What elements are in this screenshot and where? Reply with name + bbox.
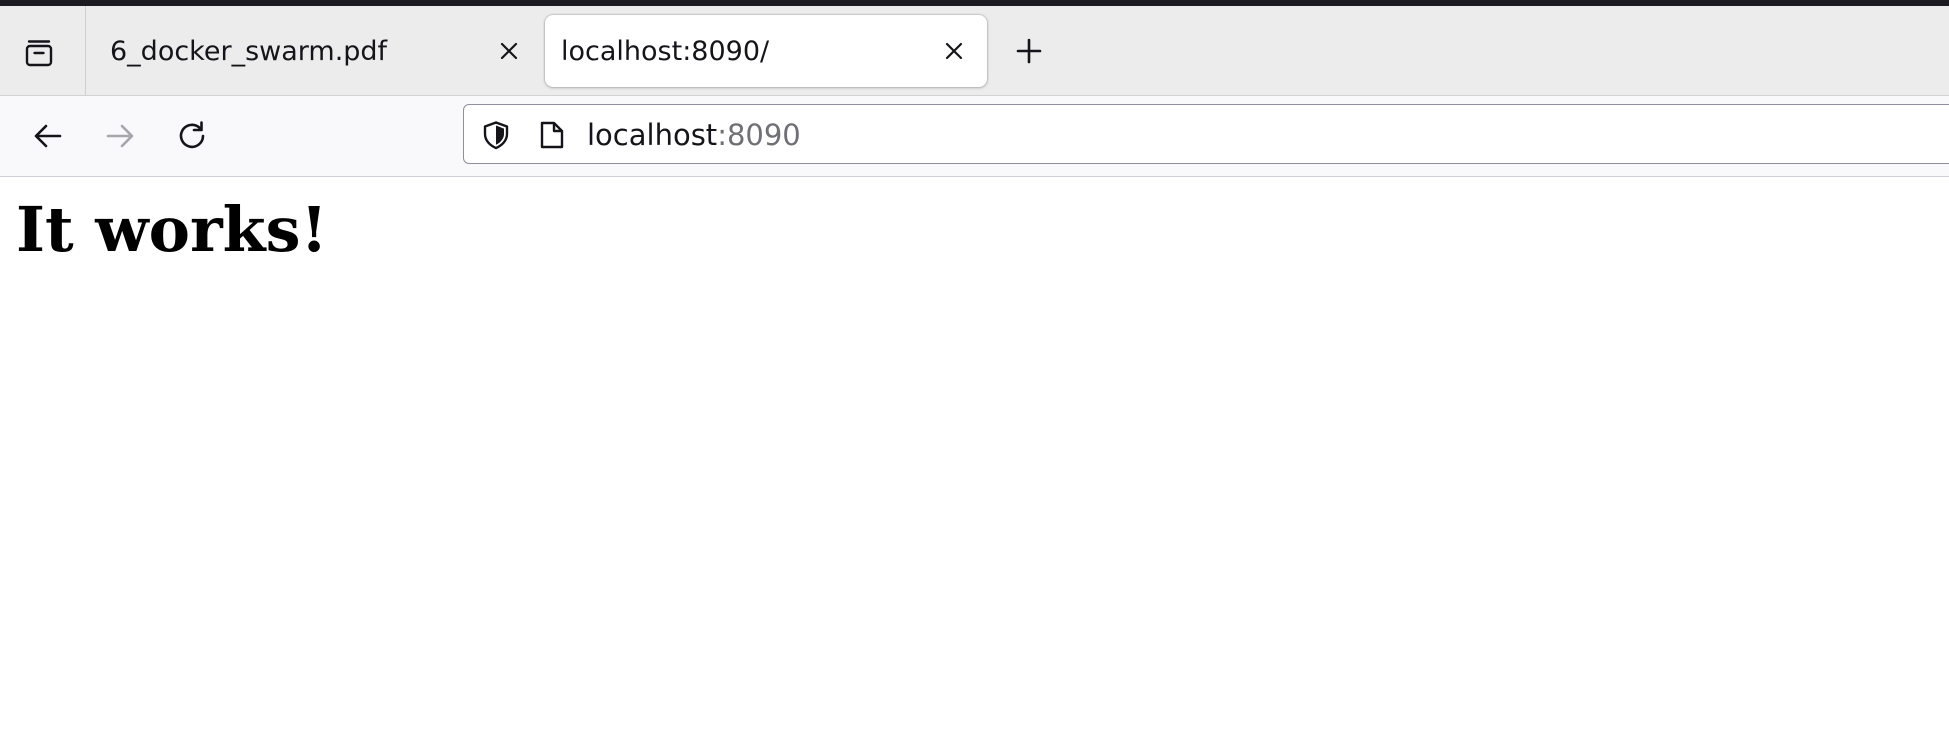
arrow-right-icon [106,124,134,148]
url-host: localhost [587,118,718,152]
tab-title: localhost:8090/ [561,35,770,67]
plus-icon [1016,38,1042,64]
page-heading: It works! [16,193,328,266]
url-text[interactable]: localhost:8090 [587,116,801,154]
tab-list-icon [23,37,55,73]
page-content: It works! [0,177,1949,730]
url-port: :8090 [717,118,801,152]
close-icon [500,42,518,60]
tab-docker-swarm-pdf[interactable]: 6_docker_swarm.pdf [86,15,542,87]
address-bar[interactable]: localhost:8090 [463,104,1949,164]
shield-icon [483,121,509,150]
site-info-button[interactable] [478,117,514,153]
new-tab-button[interactable] [1008,30,1050,72]
navigation-toolbar: localhost:8090 [0,96,1949,177]
tab-close-button[interactable] [939,36,969,66]
tab-close-button[interactable] [494,36,524,66]
page-icon [534,117,570,153]
tab-list-button[interactable] [14,30,64,80]
reload-icon [179,121,205,149]
tab-localhost[interactable]: localhost:8090/ [545,15,987,87]
back-button[interactable] [26,114,70,158]
reload-button[interactable] [170,114,214,158]
arrow-left-icon [34,124,62,148]
close-icon [945,42,963,60]
tab-title: 6_docker_swarm.pdf [110,35,388,67]
forward-button[interactable] [98,114,142,158]
